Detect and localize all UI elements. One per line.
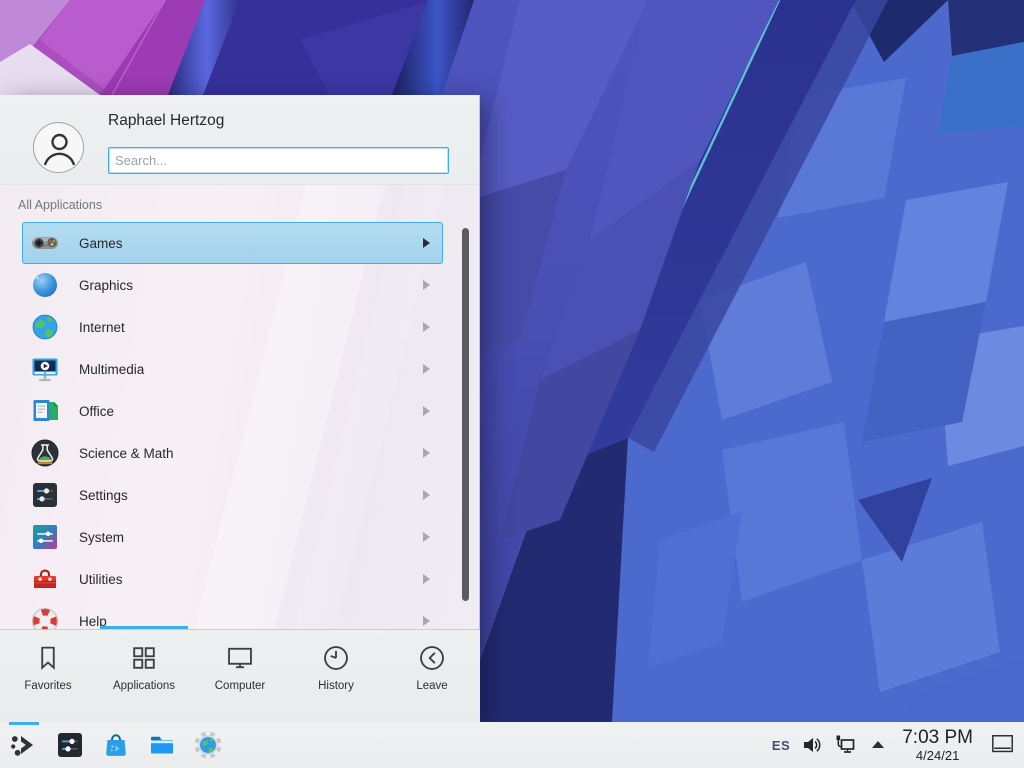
tab-label: History [318,680,354,692]
category-label: Utilities [79,572,123,587]
bookmark-icon [33,643,63,673]
category-row-office[interactable]: Office [22,390,443,432]
category-row-games[interactable]: Games [22,222,443,264]
section-label: All Applications [18,198,102,212]
submenu-arrow-icon [423,322,430,332]
grid-icon [129,643,159,673]
sphere-icon [29,269,61,301]
tab-label: Favorites [24,680,71,692]
science-icon [29,437,61,469]
digital-clock[interactable]: 7:03 PM 4/24/21 [902,728,973,762]
category-label: Internet [79,320,125,335]
search-input[interactable] [108,147,449,174]
expand-tray-icon[interactable] [867,734,889,756]
list-scrollbar[interactable] [462,228,469,601]
category-label: Games [79,236,123,251]
category-row-system[interactable]: System [22,516,443,558]
desktop: Raphael Hertzog All Applications Games G… [0,0,1024,768]
submenu-arrow-icon [423,490,430,500]
globe-icon [29,311,61,343]
submenu-arrow-icon [423,406,430,416]
category-label: Graphics [79,278,133,293]
category-row-internet[interactable]: Internet [22,306,443,348]
settings-icon [29,479,61,511]
clock-time: 7:03 PM [902,728,973,747]
submenu-arrow-icon [423,616,430,626]
keyboard-layout-indicator[interactable]: ES [772,738,790,753]
tab-label: Applications [113,680,175,692]
submenu-arrow-icon [423,238,430,248]
category-row-settings[interactable]: Settings [22,474,443,516]
tab-computer[interactable]: Computer [192,630,288,722]
category-label: System [79,530,124,545]
user-icon [38,127,81,170]
category-label: Multimedia [79,362,144,377]
tab-label: Computer [215,680,266,692]
tab-history[interactable]: History [288,630,384,722]
leave-icon [417,643,447,673]
submenu-arrow-icon [423,532,430,542]
taskbar-panel: ES 7:03 PM 4/24/21 [0,722,1024,768]
category-label: Science & Math [79,446,174,461]
tab-label: Leave [416,680,447,692]
submenu-arrow-icon [423,364,430,374]
tab-leave[interactable]: Leave [384,630,480,722]
category-label: Office [79,404,114,419]
taskbar-application-launcher[interactable] [9,730,39,760]
clock-date: 4/24/21 [916,749,959,762]
category-label: Settings [79,488,128,503]
submenu-arrow-icon [423,448,430,458]
show-desktop-button[interactable] [990,733,1016,757]
application-category-list: Games Graphics Internet Multimedia [0,222,480,629]
active-task-indicator [9,722,39,725]
category-row-help[interactable]: Help [22,600,443,629]
taskbar-web-browser[interactable] [193,730,223,760]
category-row-utilities[interactable]: Utilities [22,558,443,600]
gamepad-icon [29,227,61,259]
clock-icon [321,643,351,673]
application-launcher-menu: Raphael Hertzog All Applications Games G… [0,95,480,722]
tab-applications[interactable]: Applications [96,630,192,722]
taskbar-system-settings[interactable] [55,730,85,760]
user-name: Raphael Hertzog [108,112,224,130]
category-row-graphics[interactable]: Graphics [22,264,443,306]
category-row-science-math[interactable]: Science & Math [22,432,443,474]
category-row-multimedia[interactable]: Multimedia [22,348,443,390]
launcher-header: Raphael Hertzog [0,95,479,185]
system-tray: ES 7:03 PM 4/24/21 [772,722,1016,768]
monitor-icon [225,643,255,673]
lifebuoy-icon [29,605,61,629]
utilities-icon [29,563,61,595]
volume-icon[interactable] [801,734,823,756]
system-icon [29,521,61,553]
multimedia-icon [29,353,61,385]
submenu-arrow-icon [423,280,430,290]
user-avatar[interactable] [33,122,84,173]
launcher-tab-bar: Favorites Applications Computer History … [0,630,480,722]
active-tab-indicator [100,626,188,629]
network-icon[interactable] [834,734,856,756]
taskbar-file-manager[interactable] [147,730,177,760]
tab-favorites[interactable]: Favorites [0,630,96,722]
office-icon [29,395,61,427]
taskbar-launchers [0,730,223,760]
taskbar-discover[interactable] [101,730,131,760]
submenu-arrow-icon [423,574,430,584]
